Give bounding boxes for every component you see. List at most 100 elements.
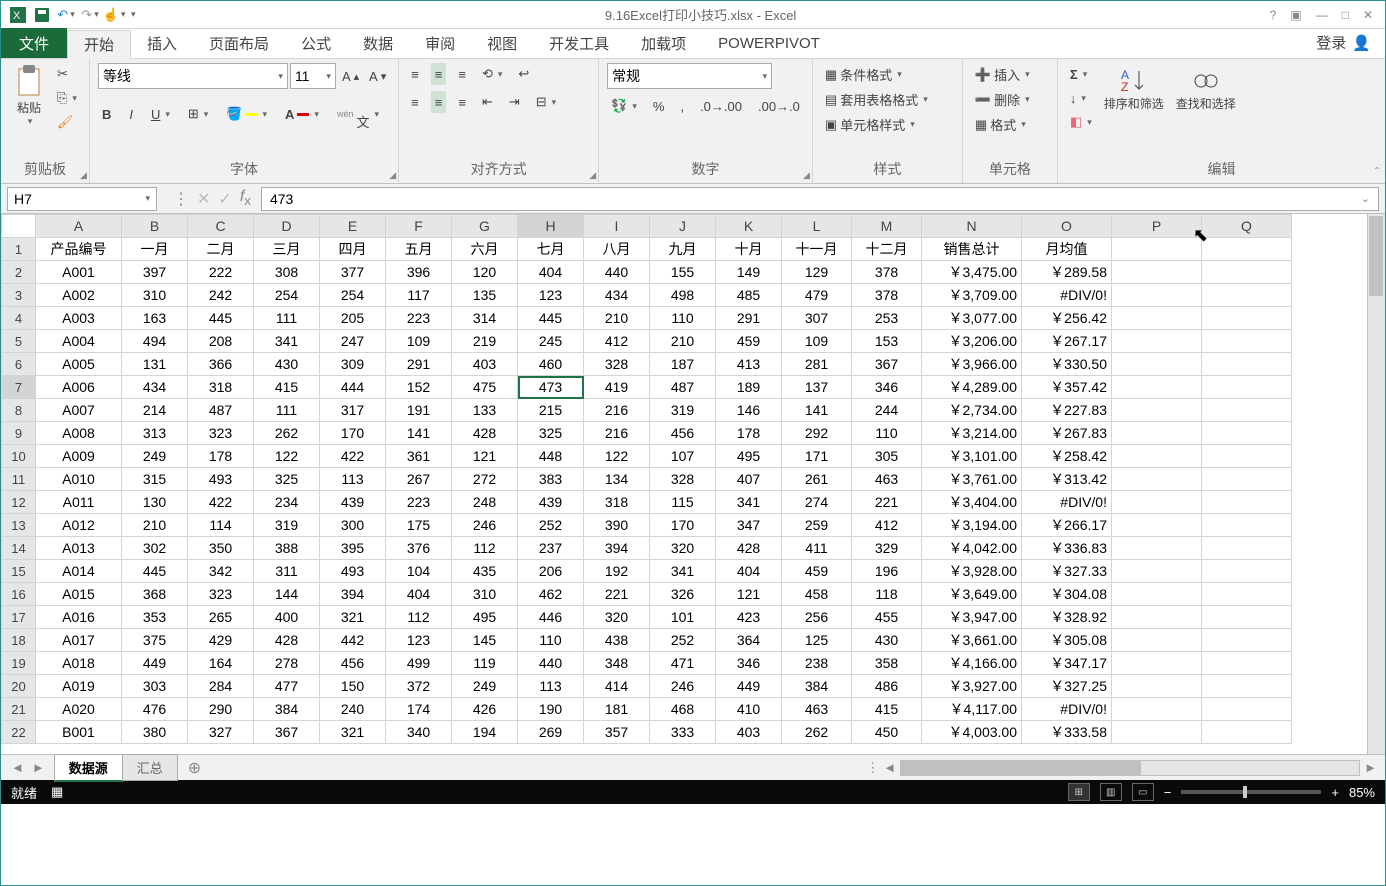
cell[interactable]: 254 (320, 284, 386, 307)
cell[interactable]: 222 (188, 261, 254, 284)
cell[interactable]: 205 (320, 307, 386, 330)
cell[interactable] (1112, 422, 1202, 445)
cell[interactable]: 459 (782, 560, 852, 583)
row-header[interactable]: 15 (2, 560, 36, 583)
header-cell[interactable]: 十月 (716, 238, 782, 261)
cell[interactable]: 422 (188, 491, 254, 514)
cell[interactable]: 303 (122, 675, 188, 698)
cell[interactable]: 442 (320, 629, 386, 652)
cell[interactable]: A005 (36, 353, 122, 376)
header-cell[interactable]: 销售总计 (922, 238, 1022, 261)
clipboard-launcher-icon[interactable]: ◢ (80, 170, 87, 181)
cell[interactable]: 170 (650, 514, 716, 537)
cell[interactable]: ￥258.42 (1022, 445, 1112, 468)
row-header[interactable]: 11 (2, 468, 36, 491)
row-header[interactable]: 12 (2, 491, 36, 514)
cell[interactable]: 341 (716, 491, 782, 514)
cell[interactable]: 440 (584, 261, 650, 284)
cell[interactable]: 114 (188, 514, 254, 537)
cell[interactable]: 413 (716, 353, 782, 376)
cell[interactable]: 384 (254, 698, 320, 721)
cell[interactable]: 310 (122, 284, 188, 307)
save-icon[interactable] (33, 6, 51, 24)
format-painter-button[interactable]: 🖌 (53, 111, 81, 133)
cell[interactable]: 397 (122, 261, 188, 284)
cell[interactable]: 493 (188, 468, 254, 491)
cell[interactable]: 110 (852, 422, 922, 445)
col-header[interactable]: I (584, 215, 650, 238)
select-all-corner[interactable] (2, 215, 36, 238)
indent-left-icon[interactable]: ⇤ (478, 91, 497, 113)
cell[interactable]: 327 (188, 721, 254, 744)
cell[interactable]: A018 (36, 652, 122, 675)
cell[interactable]: 358 (852, 652, 922, 675)
cell[interactable]: 123 (518, 284, 584, 307)
cell[interactable]: ￥4,166.00 (922, 652, 1022, 675)
fill-color-button[interactable]: 🪣▾ (222, 103, 271, 125)
tab-data[interactable]: 数据 (347, 29, 409, 58)
header-cell[interactable]: 八月 (584, 238, 650, 261)
decrease-font-icon[interactable]: A▾ (365, 65, 390, 87)
cell[interactable]: 247 (320, 330, 386, 353)
cell[interactable]: 121 (716, 583, 782, 606)
cell[interactable]: ￥3,194.00 (922, 514, 1022, 537)
cell[interactable] (1112, 675, 1202, 698)
cell[interactable] (1112, 330, 1202, 353)
cell[interactable]: A008 (36, 422, 122, 445)
cell[interactable]: 196 (852, 560, 922, 583)
cell[interactable] (1202, 376, 1292, 399)
cell[interactable] (1202, 307, 1292, 330)
cell[interactable]: 439 (320, 491, 386, 514)
cell[interactable]: 134 (584, 468, 650, 491)
cell[interactable] (1202, 629, 1292, 652)
cell[interactable]: 317 (320, 399, 386, 422)
row-header[interactable]: 16 (2, 583, 36, 606)
cell[interactable] (1112, 468, 1202, 491)
inc-decimal-icon[interactable]: .0→.00 (696, 95, 746, 117)
col-header[interactable]: L (782, 215, 852, 238)
cell[interactable]: 112 (452, 537, 518, 560)
cell[interactable]: ￥327.25 (1022, 675, 1112, 698)
cell[interactable]: A020 (36, 698, 122, 721)
hscroll-left-icon[interactable]: ◄ (883, 760, 896, 775)
cell[interactable]: 350 (188, 537, 254, 560)
cell[interactable]: 341 (254, 330, 320, 353)
tab-powerpivot[interactable]: POWERPIVOT (702, 29, 836, 58)
cell[interactable]: 249 (452, 675, 518, 698)
cell[interactable]: 187 (650, 353, 716, 376)
cell[interactable]: 164 (188, 652, 254, 675)
cell[interactable]: ￥3,966.00 (922, 353, 1022, 376)
cell[interactable]: 135 (452, 284, 518, 307)
zoom-out-icon[interactable]: − (1164, 785, 1172, 800)
col-header[interactable]: J (650, 215, 716, 238)
hscroll-right-icon[interactable]: ► (1364, 760, 1377, 775)
cell[interactable]: ￥3,709.00 (922, 284, 1022, 307)
cell[interactable]: 428 (452, 422, 518, 445)
cell[interactable]: 245 (518, 330, 584, 353)
cell[interactable]: 380 (122, 721, 188, 744)
cell[interactable]: 145 (452, 629, 518, 652)
indent-right-icon[interactable]: ⇥ (505, 91, 524, 113)
cell[interactable]: 378 (852, 261, 922, 284)
fill-button[interactable]: ↓▾ (1066, 87, 1096, 109)
cell[interactable]: 272 (452, 468, 518, 491)
cell[interactable] (1202, 652, 1292, 675)
cell[interactable]: 407 (716, 468, 782, 491)
cell-style-button[interactable]: ▣单元格样式▾ (821, 113, 919, 136)
cell[interactable] (1202, 238, 1292, 261)
cell[interactable] (1112, 445, 1202, 468)
cell[interactable]: 210 (122, 514, 188, 537)
normal-view-icon[interactable]: ⊞ (1068, 783, 1090, 801)
cell[interactable]: ￥256.42 (1022, 307, 1112, 330)
cell[interactable]: A010 (36, 468, 122, 491)
cell[interactable]: 305 (852, 445, 922, 468)
cell[interactable]: B001 (36, 721, 122, 744)
cell[interactable]: 261 (782, 468, 852, 491)
cell[interactable]: 328 (650, 468, 716, 491)
page-layout-icon[interactable]: ▥ (1100, 783, 1122, 801)
cell[interactable]: 246 (452, 514, 518, 537)
wrap-text-button[interactable]: ↩ (514, 63, 533, 85)
merge-button[interactable]: ⊟▾ (532, 91, 560, 113)
cell[interactable]: 325 (254, 468, 320, 491)
cell[interactable] (1202, 353, 1292, 376)
